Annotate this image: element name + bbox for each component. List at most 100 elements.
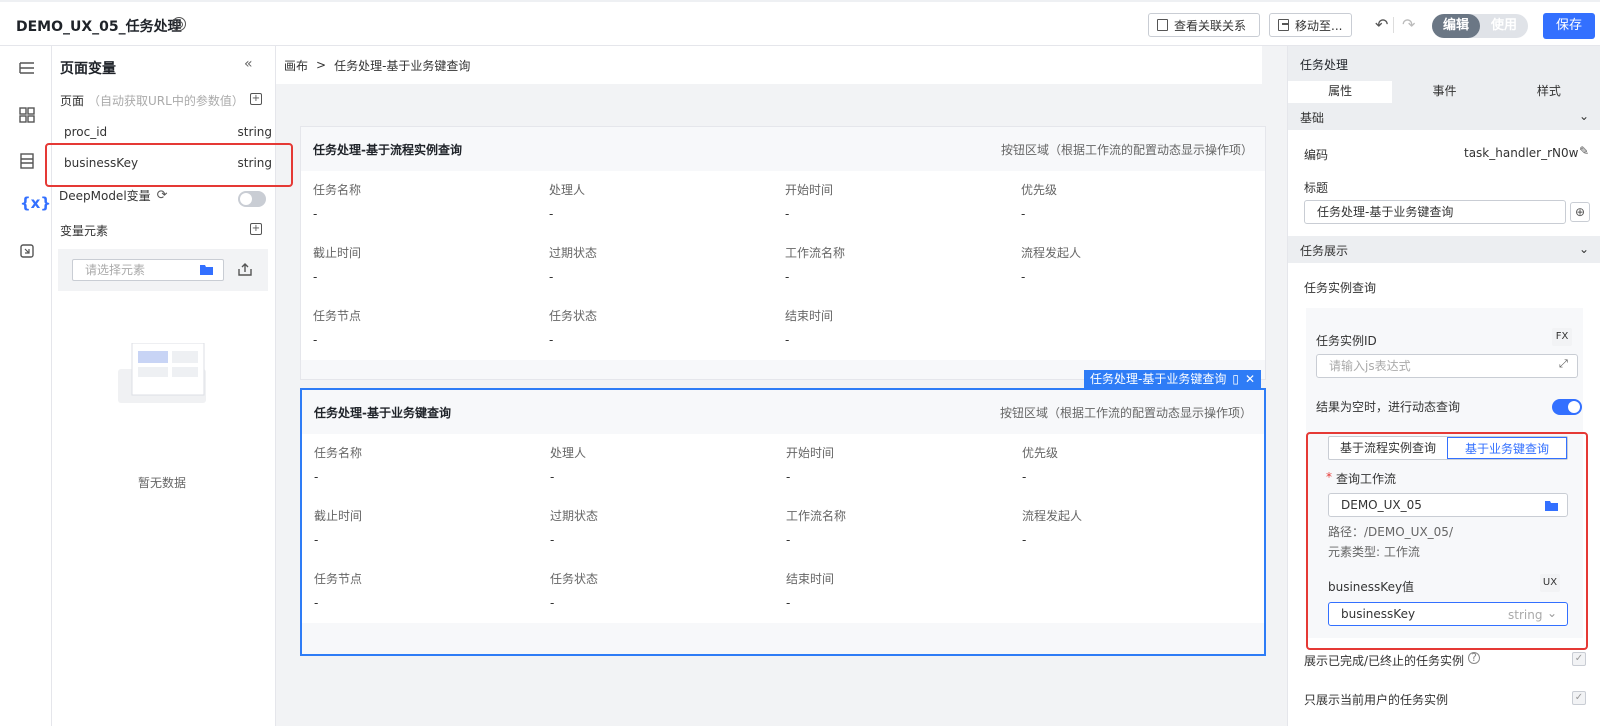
breadcrumb-separator: > (316, 58, 327, 72)
mode-edit-option[interactable]: 编辑 (1432, 14, 1480, 38)
folder-icon[interactable] (200, 264, 213, 275)
field-label: 任务节点 (314, 572, 363, 586)
undo-icon[interactable]: ↶ (1375, 15, 1388, 34)
help-icon[interactable]: ? (1468, 652, 1481, 664)
field-label: 任务状态 (550, 572, 599, 586)
display-section-header[interactable]: 任务展示 ⌄ (1288, 236, 1600, 263)
dynamic-query-toggle[interactable] (1552, 399, 1582, 415)
refresh-icon[interactable]: ⟳ (157, 188, 168, 203)
field-label: 处理人 (549, 183, 586, 197)
section-title: 任务展示 (1300, 244, 1349, 258)
field-label: 任务状态 (549, 309, 598, 323)
data-table-icon[interactable] (18, 152, 36, 170)
variables-icon[interactable]: {x} (20, 194, 51, 212)
field-cell: 工作流名称 - (786, 497, 1022, 560)
field-label: 开始时间 (786, 446, 835, 460)
export-icon[interactable] (238, 263, 252, 276)
instance-id-input[interactable]: 请输入js表达式 (1316, 354, 1578, 378)
field-label: 优先级 (1022, 446, 1059, 460)
field-value: - (1021, 270, 1026, 284)
task-card-business-key[interactable]: 任务处理-基于业务键查询 按钮区域（根据工作流的配置动态显示操作项） 任务名称 -… (300, 388, 1266, 656)
field-label: 处理人 (550, 446, 587, 460)
dynamic-query-label: 结果为空时，进行动态查询 (1316, 400, 1461, 414)
basic-section-header[interactable]: 基础 ⌄ (1288, 103, 1600, 130)
card-header: 任务处理-基于业务键查询 按钮区域（根据工作流的配置动态显示操作项） (302, 390, 1264, 434)
query-mode-segment[interactable]: 基于流程实例查询 基于业务键查询 (1328, 436, 1568, 460)
outline-tree-icon[interactable] (18, 60, 36, 78)
divider (1393, 17, 1394, 33)
field-label: 优先级 (1021, 183, 1058, 197)
add-page-variable-icon[interactable]: + (250, 93, 262, 105)
button-area-note: 按钮区域（根据工作流的配置动态显示操作项） (1000, 142, 1253, 157)
field-label: 任务节点 (313, 309, 362, 323)
field-cell: 优先级 - (1022, 434, 1258, 497)
code-icon[interactable] (18, 242, 36, 260)
gear-icon[interactable] (172, 17, 186, 31)
field-value: - (549, 270, 554, 284)
field-cell: 流程发起人 - (1021, 234, 1257, 297)
task-card-process-instance[interactable]: 任务处理-基于流程实例查询 按钮区域（根据工作流的配置动态显示操作项） 任务名称… (300, 126, 1266, 380)
move-to-button[interactable]: 移动至... (1269, 13, 1352, 37)
deepmodel-row: DeepModel变量 ⟳ (59, 187, 168, 204)
mode-use-option[interactable]: 使用 (1480, 14, 1528, 38)
breadcrumb-root[interactable]: 画布 (284, 57, 308, 74)
tab-events[interactable]: 事件 (1392, 81, 1496, 103)
highlight-box (1306, 432, 1588, 650)
field-label: 结束时间 (785, 309, 834, 323)
field-cell: 过期状态 - (550, 497, 786, 560)
segment-process-instance[interactable]: 基于流程实例查询 (1329, 437, 1447, 459)
field-cell: 工作流名称 - (785, 234, 1021, 297)
card-body: 任务名称 - 处理人 - 开始时间 - 优先级 - 截止时间 - 过期状态 - 工作流名称 - 流程发起人 -… (301, 171, 1265, 360)
show-finished-checkbox[interactable]: ✓ (1572, 652, 1586, 666)
save-button[interactable]: 保存 (1543, 13, 1595, 39)
selection-tag-label: 任务处理-基于业务键查询 (1090, 372, 1227, 386)
button-area-note: 按钮区域（根据工作流的配置动态显示操作项） (999, 405, 1252, 420)
view-relations-button[interactable]: 查看关联关系 (1148, 13, 1260, 37)
field-value: - (313, 333, 318, 347)
components-grid-icon[interactable] (18, 106, 36, 124)
field-cell: 截止时间 - (313, 234, 549, 297)
collapse-icon[interactable]: « (244, 56, 253, 72)
add-element-icon[interactable]: + (250, 223, 262, 235)
selection-tag: 任务处理-基于业务键查询 ▯ ✕ (1084, 370, 1262, 389)
field-label: 截止时间 (314, 509, 363, 523)
segment-business-key[interactable]: 基于业务键查询 (1447, 437, 1567, 459)
close-icon[interactable]: ✕ (1245, 370, 1255, 389)
fx-badge[interactable]: FX (1552, 328, 1572, 346)
field-cell: 任务名称 - (313, 171, 549, 234)
mode-toggle[interactable]: 编辑 使用 (1432, 14, 1528, 38)
field-label: 结束时间 (786, 572, 835, 586)
field-value: - (1022, 533, 1027, 547)
instance-id-label: 任务实例ID (1316, 334, 1377, 348)
field-cell: 任务状态 - (549, 297, 785, 360)
chevron-down-icon: ⌄ (1578, 242, 1589, 256)
tab-styles[interactable]: 样式 (1497, 81, 1600, 103)
edit-icon[interactable]: ✎ (1579, 144, 1589, 158)
app-title: DEMO_UX_05_任务处理 (16, 19, 182, 35)
field-cell: 流程发起人 - (1022, 497, 1258, 560)
field-label: 开始时间 (785, 183, 834, 197)
card-title: 任务处理-基于业务键查询 (314, 405, 451, 420)
field-value: - (786, 470, 791, 484)
tab-properties[interactable]: 属性 (1288, 81, 1393, 103)
field-value: - (785, 207, 790, 221)
title-input[interactable]: 任务处理-基于业务键查询 (1304, 200, 1566, 224)
element-picker-area: 请选择元素 (58, 249, 268, 291)
relation-icon (1157, 19, 1168, 31)
field-value: - (549, 333, 554, 347)
redo-icon[interactable]: ↷ (1402, 15, 1415, 34)
only-current-user-checkbox[interactable]: ✓ (1572, 691, 1586, 705)
deepmodel-toggle[interactable] (238, 191, 266, 207)
field-value: - (550, 596, 555, 610)
page-section-header: 页面 （自动获取URL中的参数值） (60, 92, 244, 109)
globe-icon[interactable]: ⊕ (1570, 202, 1590, 222)
field-label: 工作流名称 (786, 509, 847, 523)
page-label: 页面 (60, 94, 85, 108)
code-value: task_handler_rN0w (1464, 146, 1579, 160)
expand-icon[interactable]: ⤢ (1559, 357, 1568, 371)
field-cell: 任务节点 - (313, 297, 549, 360)
copy-icon[interactable]: ▯ (1232, 370, 1239, 389)
field-value: - (549, 207, 554, 221)
page-hint: （自动获取URL中的参数值） (88, 94, 244, 108)
field-label: 流程发起人 (1021, 246, 1082, 260)
